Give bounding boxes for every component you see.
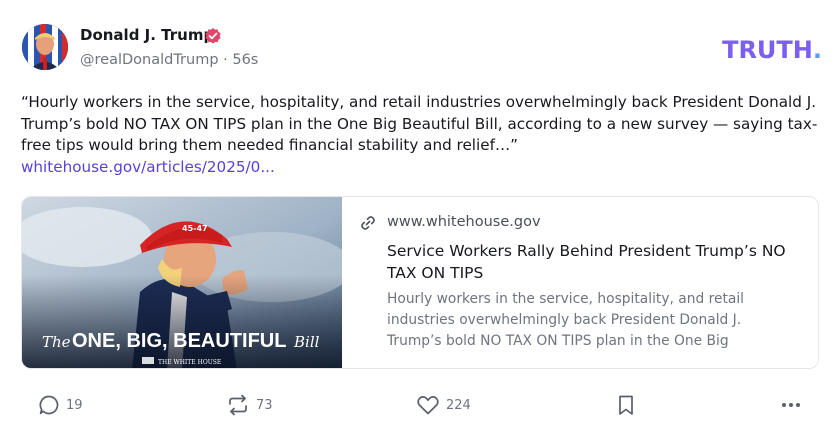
link-preview-card[interactable]: 45-47 The ONE, BIG, BEAUTIFUL Bill THE W…	[21, 196, 819, 369]
retruth-button[interactable]: 73	[226, 390, 273, 420]
reply-count: 19	[66, 397, 83, 413]
verified-badge-icon	[204, 27, 222, 45]
user-handle[interactable]: @realDonaldTrump	[80, 52, 219, 68]
heart-icon	[416, 394, 440, 416]
post-timestamp[interactable]: 56s	[232, 52, 258, 68]
link-icon	[360, 215, 376, 231]
retruth-count: 73	[256, 397, 273, 413]
banner-main: ONE, BIG, BEAUTIFUL	[72, 330, 286, 352]
truth-logo[interactable]: TRUTH.	[722, 36, 822, 64]
banner-prefix: The	[42, 333, 71, 351]
more-icon	[780, 394, 804, 416]
more-options-button[interactable]	[780, 390, 804, 420]
post-link[interactable]: whitehouse.gov/articles/2025/0...	[21, 156, 275, 178]
banner-suffix: Bill	[293, 333, 320, 351]
link-description: Hourly workers in the service, hospitali…	[387, 291, 745, 349]
banner-footer: THE WHITE HOUSE	[158, 359, 221, 366]
post-text: “Hourly workers in the service, hospital…	[21, 93, 818, 155]
avatar[interactable]	[22, 24, 68, 70]
handle-line: @realDonaldTrump · 56s	[80, 52, 258, 68]
post-header: Donald J. Trump @realDonaldTrump · 56s T…	[22, 24, 822, 74]
post-actions: 19 73 224	[22, 390, 812, 422]
meta-separator: ·	[223, 52, 228, 68]
reply-icon	[38, 394, 60, 416]
link-preview-image[interactable]: 45-47 The ONE, BIG, BEAUTIFUL Bill THE W…	[22, 197, 352, 368]
retruth-icon	[226, 394, 250, 416]
link-title[interactable]: Service Workers Rally Behind President T…	[387, 240, 807, 284]
display-name[interactable]: Donald J. Trump	[80, 26, 214, 44]
like-count: 224	[446, 397, 471, 413]
reply-button[interactable]: 19	[38, 390, 83, 420]
logo-text: TRUTH	[722, 36, 813, 64]
bookmark-icon	[616, 394, 636, 416]
logo-dot: .	[812, 36, 822, 64]
like-button[interactable]: 224	[416, 390, 471, 420]
link-domain: www.whitehouse.gov	[387, 214, 541, 230]
bookmark-button[interactable]	[616, 390, 636, 420]
